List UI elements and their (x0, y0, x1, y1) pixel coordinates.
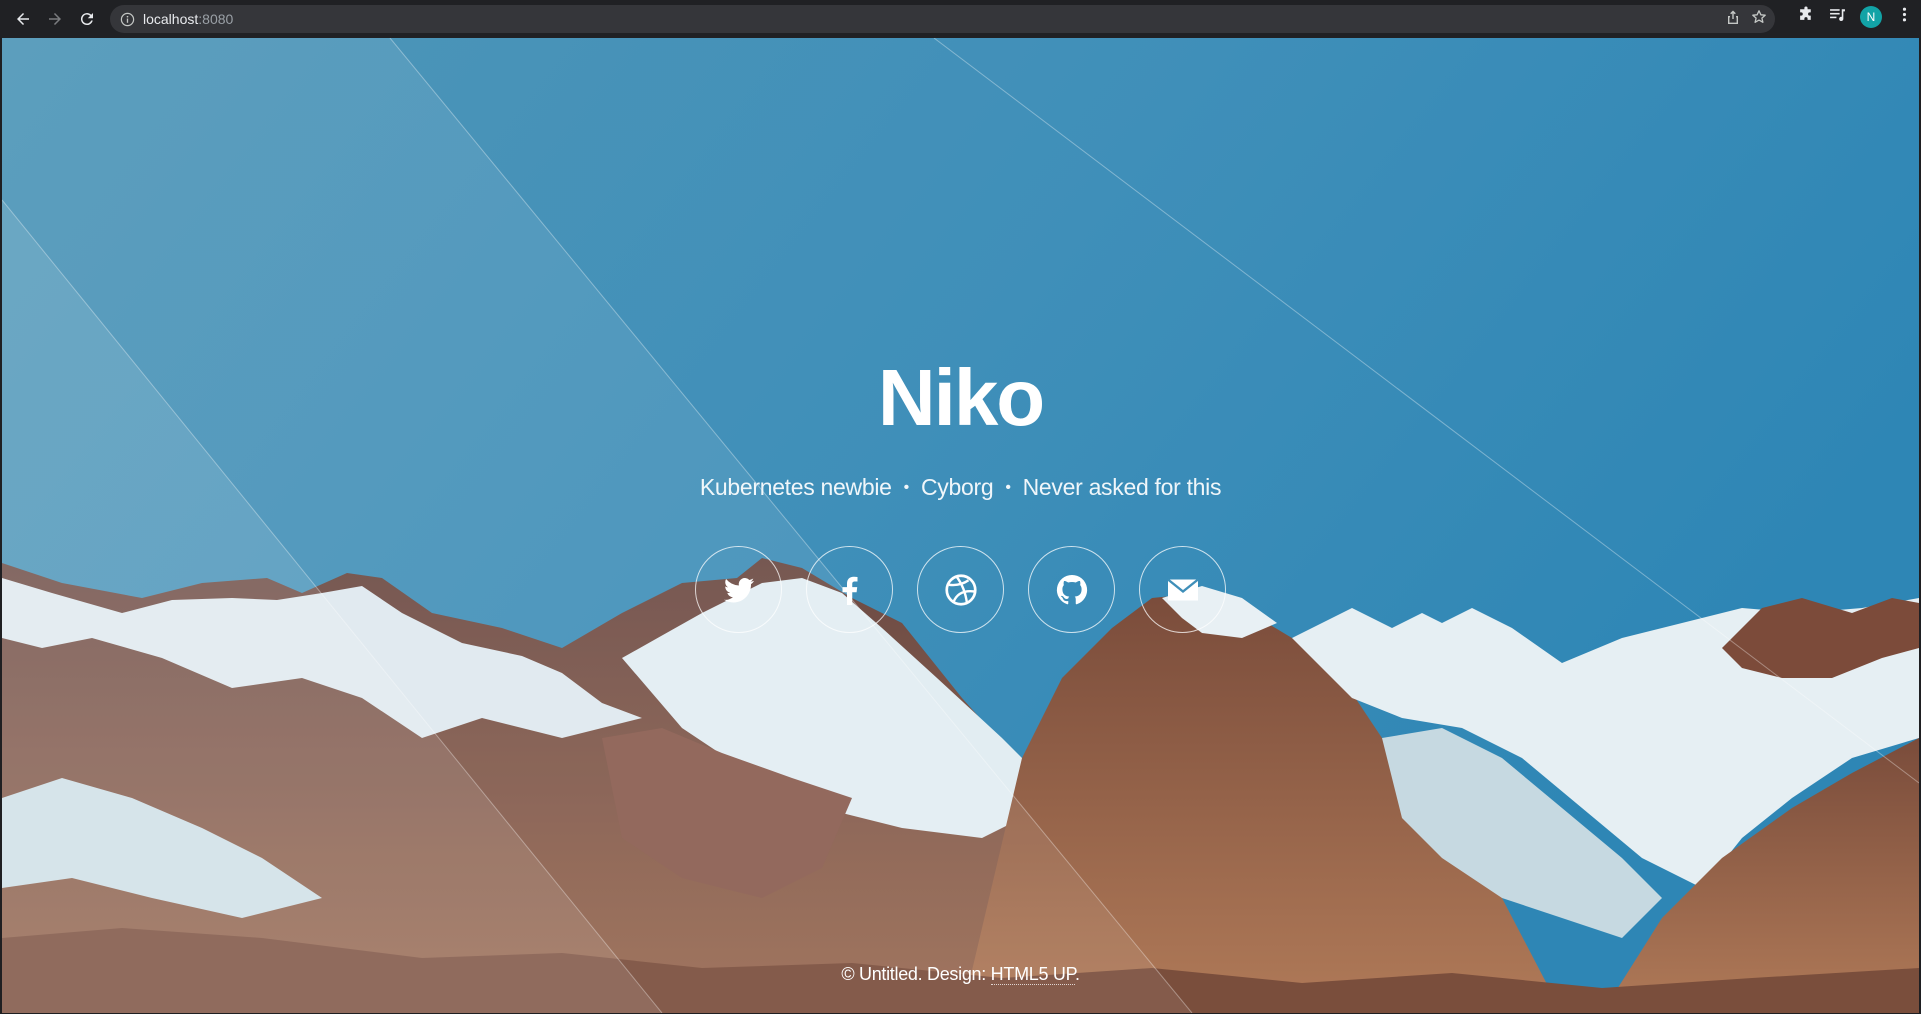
mountain-background (2, 38, 1919, 1013)
arrow-right-icon (49, 13, 61, 25)
github-link-button[interactable] (1028, 546, 1115, 633)
back-button[interactable] (10, 6, 36, 32)
bookmark-star-icon[interactable] (1751, 9, 1767, 30)
email-icon (1166, 578, 1199, 600)
tagline-item: Cyborg (920, 474, 994, 500)
profile-avatar[interactable]: N (1860, 6, 1882, 28)
facebook-link-button[interactable] (806, 546, 893, 633)
site-title: Niko (877, 353, 1045, 442)
info-icon[interactable] (120, 12, 135, 27)
tagline-separator: • (1005, 478, 1011, 496)
extensions-puzzle-icon[interactable] (1798, 6, 1815, 28)
twitter-icon (723, 577, 754, 602)
media-queue-icon[interactable] (1829, 6, 1846, 28)
reload-icon (80, 13, 93, 26)
footer-copyright: © Untitled. Design: (841, 964, 991, 984)
page-viewport: Niko Kubernetes newbie • Cyborg • Never … (2, 38, 1919, 1013)
kebab-menu-icon[interactable] (1896, 6, 1913, 28)
browser-toolbar: localhost:8080 N (0, 0, 1921, 38)
twitter-link-button[interactable] (695, 546, 782, 633)
url-port: :8080 (198, 11, 234, 27)
dribbble-icon (944, 573, 977, 606)
url-host: localhost (143, 11, 199, 27)
tagline-item: Never asked for this (1022, 474, 1222, 500)
tagline-separator: • (903, 478, 910, 496)
arrow-left-icon (17, 13, 29, 25)
social-links (2, 546, 1919, 633)
tagline-item: Kubernetes newbie (699, 474, 892, 500)
facebook-icon (842, 576, 857, 605)
dribbble-link-button[interactable] (917, 546, 1004, 633)
reload-button[interactable] (74, 6, 100, 32)
tagline: Kubernetes newbie • Cyborg • Never asked… (2, 474, 1919, 501)
html5up-link[interactable]: HTML5 UP (990, 964, 1075, 985)
footer-trailing: . (1074, 964, 1080, 984)
github-icon (1056, 574, 1087, 604)
email-link-button[interactable] (1139, 546, 1226, 633)
footer: © Untitled. Design: HTML5 UP. (2, 964, 1919, 985)
address-bar[interactable]: localhost:8080 (110, 5, 1775, 33)
forward-button[interactable] (42, 6, 68, 32)
share-icon[interactable] (1725, 9, 1741, 30)
